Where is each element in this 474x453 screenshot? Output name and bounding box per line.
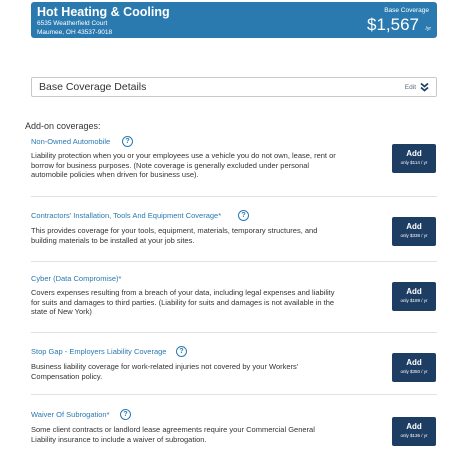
add-button-label: Add (406, 149, 422, 158)
help-icon[interactable]: ? (120, 409, 131, 420)
divider (31, 261, 437, 262)
coverage-title-cyber-data-compromise: Cyber (Data Compromise)* (31, 274, 121, 283)
coverage-description: This provides coverage for your tools, e… (31, 226, 318, 245)
divider (31, 196, 437, 197)
help-icon[interactable]: ? (176, 346, 187, 357)
add-button-price: only $114 / yr (400, 160, 428, 165)
coverage-title-text: Non-Owned Automobile (31, 137, 111, 146)
business-address-line1: 6535 Weatherfield Court (37, 20, 108, 27)
add-button-price: only $189 / yr (400, 298, 428, 303)
add-non-owned-automobile-button[interactable]: Add only $114 / yr (392, 144, 436, 173)
coverage-title-text: Stop Gap - Employers Liability Coverage (31, 347, 167, 356)
add-waiver-of-subrogation-button[interactable]: Add only $136 / yr (392, 417, 436, 446)
coverage-title-star: * (118, 274, 122, 283)
help-icon[interactable]: ? (122, 136, 133, 147)
policy-header: Hot Heating & Cooling 6535 Weatherfield … (31, 2, 437, 38)
add-cyber-data-compromise-button[interactable]: Add only $189 / yr (392, 282, 436, 311)
business-address-line2: Maumee, OH 43537-9018 (37, 29, 113, 36)
coverage-title-contractors-installation: Contractors' Installation, Tools And Equ… (31, 211, 221, 220)
coverage-description: Some client contracts or landlord lease … (31, 425, 315, 444)
coverage-description: Business liability coverage for work-rel… (31, 362, 299, 381)
add-button-price: only $350 / yr (400, 369, 428, 374)
add-stop-gap-button[interactable]: Add only $350 / yr (392, 353, 436, 382)
add-button-price: only $338 / yr (400, 233, 428, 238)
coverage-title-non-owned-automobile: Non-Owned Automobile (31, 137, 110, 146)
addon-coverages-heading: Add-on coverages: (25, 121, 101, 131)
coverage-title-waiver-of-subrogation: Waiver Of Subrogation* (31, 410, 110, 419)
coverage-description: Covers expenses resulting from a breach … (31, 288, 335, 316)
add-contractors-installation-button[interactable]: Add only $338 / yr (392, 217, 436, 246)
coverage-description: Liability protection when you or your em… (31, 151, 336, 179)
add-button-label: Add (406, 422, 422, 431)
coverage-title-star: * (218, 211, 222, 220)
help-icon[interactable]: ? (238, 210, 249, 221)
add-button-label: Add (406, 358, 422, 367)
coverage-title-text: Waiver Of Subrogation (31, 410, 107, 419)
double-chevron-down-icon[interactable] (420, 82, 429, 92)
add-button-price: only $136 / yr (400, 433, 428, 438)
edit-link[interactable]: Edit (405, 84, 416, 91)
divider (31, 332, 437, 333)
base-coverage-period: /yr (425, 26, 431, 32)
base-coverage-details-panel[interactable]: Base Coverage Details Edit (31, 77, 437, 97)
divider (31, 394, 437, 395)
coverage-title-stop-gap: Stop Gap - Employers Liability Coverage (31, 347, 166, 356)
base-coverage-label: Base Coverage (384, 7, 429, 14)
business-name: Hot Heating & Cooling (37, 5, 170, 19)
add-button-label: Add (406, 222, 422, 231)
base-coverage-price: $1,567 (367, 15, 419, 34)
coverage-title-text: Cyber (Data Compromise) (31, 274, 119, 283)
add-button-label: Add (406, 287, 422, 296)
coverage-title-text: Contractors' Installation, Tools And Equ… (31, 211, 219, 220)
coverage-title-star: * (106, 410, 110, 419)
base-coverage-details-title: Base Coverage Details (39, 81, 147, 93)
